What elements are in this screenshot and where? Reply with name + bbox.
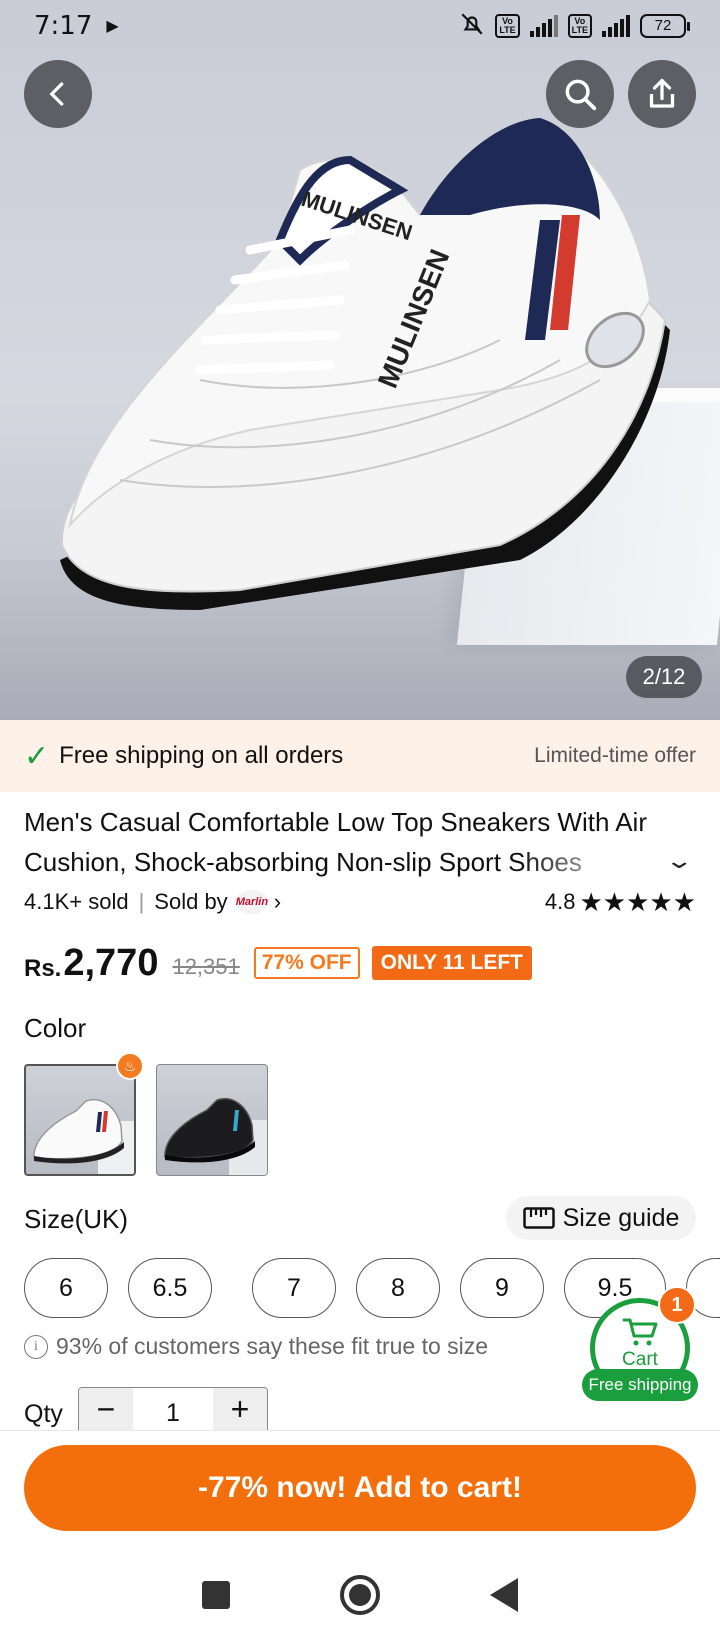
shipping-message: Free shipping on all orders bbox=[59, 742, 344, 769]
size-option[interactable]: 6 bbox=[24, 1258, 108, 1318]
search-icon bbox=[565, 79, 597, 111]
star-rating-icon: ★★★★★ bbox=[579, 886, 696, 917]
size-guide-label: Size guide bbox=[562, 1203, 680, 1232]
size-option[interactable]: 6.5 bbox=[128, 1258, 212, 1318]
fit-note-text: 93% of customers say these fit true to s… bbox=[56, 1333, 489, 1359]
sold-by-label[interactable]: Sold by bbox=[154, 889, 227, 915]
shipping-banner[interactable]: ✓ Free shipping on all orders Limited-ti… bbox=[0, 720, 720, 792]
home-icon[interactable] bbox=[340, 1575, 380, 1615]
fit-note: i 93% of customers say these fit true to… bbox=[24, 1333, 488, 1360]
cart-count-badge: 1 bbox=[658, 1286, 696, 1324]
quantity-decrease-button[interactable]: − bbox=[79, 1388, 133, 1431]
volte-icon: Vo LTE bbox=[495, 14, 520, 38]
flame-icon: ♨ bbox=[116, 1052, 144, 1080]
stock-badge: ONLY 11 LEFT bbox=[371, 946, 532, 980]
expand-chevron-icon[interactable]: ⌄ bbox=[664, 848, 694, 874]
status-time: 7:17 bbox=[34, 11, 93, 41]
bottom-action-bar: -77% now! Add to cart! bbox=[0, 1430, 720, 1540]
share-button[interactable] bbox=[628, 60, 696, 128]
mute-bell-icon bbox=[459, 11, 485, 42]
seller-logo[interactable]: Marlin bbox=[235, 890, 268, 914]
size-option[interactable]: 8 bbox=[356, 1258, 440, 1318]
color-swatch-white[interactable] bbox=[24, 1064, 136, 1176]
recent-apps-icon[interactable] bbox=[202, 1581, 230, 1609]
color-swatch-black[interactable] bbox=[156, 1064, 268, 1176]
back-triangle-icon[interactable] bbox=[490, 1578, 518, 1612]
share-icon bbox=[649, 78, 675, 108]
color-label: Color bbox=[24, 1013, 87, 1043]
size-guide-button[interactable]: Size guide bbox=[506, 1196, 696, 1240]
quantity-increase-button[interactable]: + bbox=[213, 1388, 267, 1431]
checkmark-icon: ✓ bbox=[24, 739, 50, 773]
search-button[interactable] bbox=[546, 60, 614, 128]
chevron-right-icon[interactable]: › bbox=[274, 889, 281, 915]
image-counter: 2/12 bbox=[626, 656, 702, 698]
back-button[interactable] bbox=[24, 60, 92, 128]
quantity-stepper: − 1 + bbox=[78, 1387, 268, 1431]
product-meta-row: 4.1K+ sold | Sold by Marlin › 4.8 ★★★★★ bbox=[24, 884, 696, 920]
size-label: Size(UK) bbox=[24, 1204, 129, 1234]
limited-offer-text: Limited-time offer bbox=[534, 744, 696, 767]
cart-label: Cart bbox=[622, 1349, 658, 1370]
shopping-cart-icon bbox=[622, 1318, 658, 1346]
quantity-value[interactable]: 1 bbox=[133, 1388, 213, 1431]
ruler-icon bbox=[522, 1207, 555, 1229]
price-currency: Rs. bbox=[24, 955, 62, 982]
discount-badge: 77% OFF bbox=[253, 947, 360, 979]
info-icon: i bbox=[24, 1334, 48, 1359]
system-navigation-bar bbox=[0, 1540, 720, 1650]
black-sneaker-thumbnail bbox=[164, 1098, 267, 1175]
size-option[interactable]: 7 bbox=[252, 1258, 336, 1318]
product-image-gallery[interactable]: MULINSEN MULINSEN bbox=[0, 0, 720, 720]
product-photo-sneaker: MULINSEN MULINSEN bbox=[60, 118, 670, 610]
signal-4g-icon bbox=[602, 15, 630, 37]
sold-count: 4.1K+ sold bbox=[24, 889, 129, 914]
battery-icon: 72 bbox=[640, 14, 690, 38]
status-bar: 7:17 ▶ Vo LTE Vo LTE 72 bbox=[0, 0, 720, 52]
price-row: Rs. 2,770 12,351 77% OFF ONLY 11 LEFT bbox=[24, 935, 532, 991]
divider: | bbox=[138, 889, 145, 914]
play-icon: ▶ bbox=[106, 18, 119, 35]
volte-icon-2: Vo LTE bbox=[567, 14, 592, 38]
white-sneaker-thumbnail bbox=[33, 1099, 134, 1174]
title-fade bbox=[520, 842, 670, 882]
quantity-label: Qty bbox=[24, 1400, 63, 1428]
size-option[interactable]: 9 bbox=[460, 1258, 544, 1318]
cart-free-shipping-badge: Free shipping bbox=[582, 1369, 698, 1401]
add-to-cart-button[interactable]: -77% now! Add to cart! bbox=[24, 1445, 696, 1531]
price-value: 2,770 bbox=[63, 941, 159, 984]
signal-icon bbox=[529, 15, 558, 37]
rating[interactable]: 4.8 ★★★★★ bbox=[545, 887, 696, 918]
rating-value: 4.8 bbox=[544, 889, 576, 914]
original-price: 12,351 bbox=[172, 954, 240, 979]
status-icons: Vo LTE Vo LTE 72 bbox=[459, 11, 690, 42]
chevron-left-icon bbox=[49, 82, 64, 106]
